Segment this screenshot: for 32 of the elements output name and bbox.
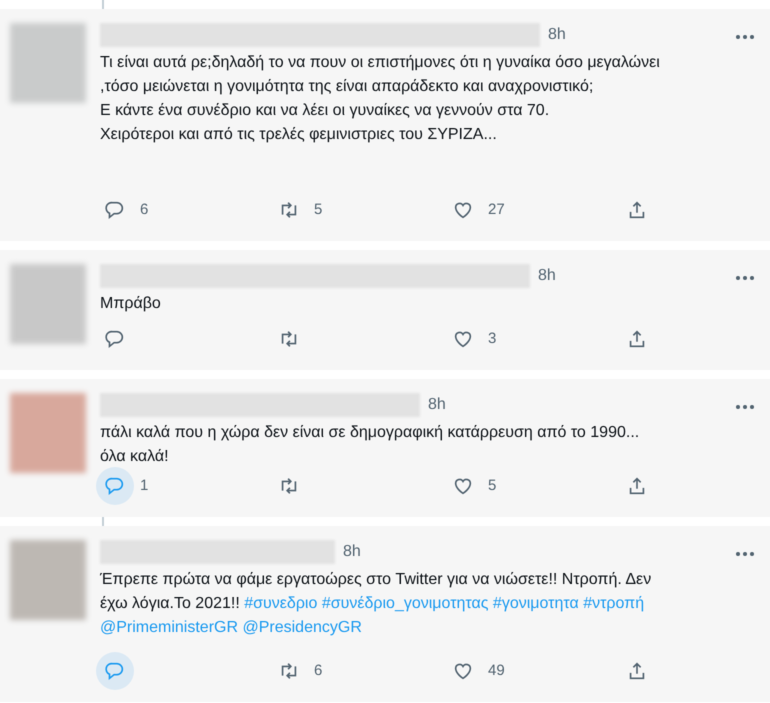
tweet-link[interactable]: #ντροπή [583,595,644,612]
tweet-link[interactable]: #γονιμοτητα [492,595,579,612]
reply-count: 6 [140,200,148,220]
tweet-text: Μπράβο [100,294,162,314]
reply-button[interactable] [96,467,134,505]
tweet-text: πάλι καλά που η χώρα δεν είναι σε δημογραφική κατάρρευση από το 1990... όλα καλά! [100,423,640,467]
like-count: 27 [488,200,505,220]
more-options-icon[interactable] [736,276,754,280]
more-options-icon[interactable] [736,405,754,409]
tweet-link[interactable]: @PresidencyGR [242,619,362,636]
reply-button[interactable] [96,652,134,690]
tweet-time: 8h [548,25,566,45]
retweet-count: 6 [314,660,322,681]
tweet-time: 8h [538,266,556,286]
tweet-link[interactable]: #συνέδριο_γονιμοτητας [322,595,488,612]
reply-count: 1 [140,476,148,496]
more-options-icon[interactable] [736,35,754,39]
tweet-link[interactable]: @PrimeministerGR [100,619,238,636]
retweet-count: 5 [314,200,322,220]
tweet-text: Τι είναι αυτά ρε;δηλαδή το να πουν οι επιστήμονες ότι η γυναίκα όσο μεγαλώνει ,τόσο μειώνεται η γονιμότητα της είναι απαράδεκτο και αναχρονιστικό; Ε κάντε ένα συνέδριο και να λέει οι γυναίκες να γεννούν στα 70. Χειρότεροι και από τις τρελές φεμινιστριες του ΣΥΡΙΖΑ... [100,53,661,145]
tweet-link[interactable]: #συνεδριο [244,595,318,612]
tweet-time: 8h [428,395,446,415]
reply-icon [104,475,126,497]
like-count: 49 [488,660,505,681]
reply-icon [104,199,126,221]
more-options-icon[interactable] [736,552,754,556]
tweet-time: 8h [343,542,361,562]
reply-icon [104,660,126,682]
like-count: 5 [488,476,496,496]
reply-icon [104,328,126,350]
like-count: 3 [488,328,496,349]
tweet-text: Έπρεπε πρώτα να φάμε εργατοώρες στο Twitter για να νιώσετε!! Ντροπή. Δεν έχω λόγια.Το 2021!! #συνεδριο #συνέδριο_γονιμοτητας #γονιμοτητα #ντροπή @PrimeministerGR @PresidencyGR [100,570,652,638]
